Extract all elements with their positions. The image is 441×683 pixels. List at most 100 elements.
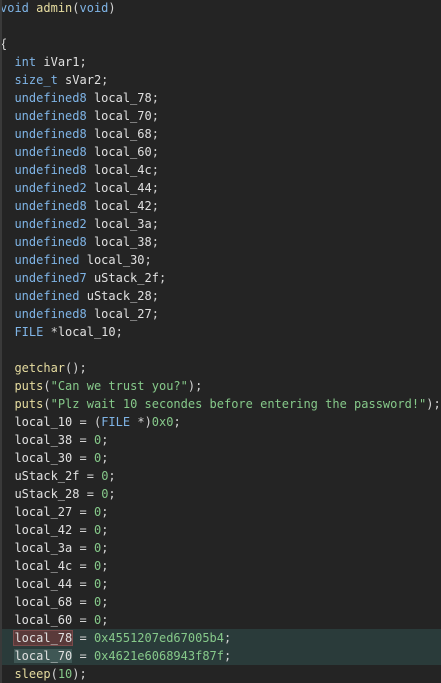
code-line[interactable]: local_44 = 0; — [0, 575, 441, 593]
code-token: undefined2 — [14, 181, 87, 195]
code-line[interactable]: local_27 = 0; — [0, 503, 441, 521]
code-line[interactable]: local_10 = (FILE *)0x0; — [0, 413, 441, 431]
code-token: local_30 — [14, 451, 73, 465]
code-token: getchar — [14, 361, 66, 375]
code-token: "Plz wait 10 secondes before entering th… — [50, 397, 427, 411]
code-line[interactable]: undefined local_30; — [0, 251, 441, 269]
code-token: ; — [101, 559, 109, 573]
code-line[interactable]: uStack_28 = 0; — [0, 485, 441, 503]
code-token: = — [79, 523, 87, 537]
code-line[interactable]: undefined2 local_44; — [0, 179, 441, 197]
code-token: local_60 — [14, 613, 73, 627]
code-line[interactable]: local_38 = 0; — [0, 431, 441, 449]
code-token: = — [79, 631, 87, 645]
code-token: local_44 — [93, 181, 152, 195]
code-token: FILE — [101, 415, 131, 429]
gutter-marker — [0, 359, 2, 377]
code-token: ; — [224, 631, 232, 645]
gutter-marker — [0, 647, 2, 665]
code-line[interactable]: puts("Can we trust you?"); — [0, 377, 441, 395]
code-line[interactable]: undefined8 local_38; — [0, 233, 441, 251]
code-token: ; — [151, 91, 159, 105]
gutter-marker — [0, 179, 2, 197]
code-line[interactable]: FILE *local_10; — [0, 323, 441, 341]
code-token: ) — [72, 667, 80, 681]
code-token: ( — [43, 397, 51, 411]
code-line[interactable]: undefined8 local_4c; — [0, 161, 441, 179]
code-line[interactable]: undefined8 local_70; — [0, 107, 441, 125]
code-line[interactable]: getchar(); — [0, 359, 441, 377]
code-token: ) — [108, 1, 116, 15]
code-token: iVar1 — [43, 55, 80, 69]
code-line[interactable]: size_t sVar2; — [0, 71, 441, 89]
code-token: = — [86, 469, 94, 483]
code-line[interactable]: undefined8 local_27; — [0, 305, 441, 323]
code-token: ; — [151, 217, 159, 231]
code-token: local_4c — [14, 559, 73, 573]
code-line[interactable]: undefined uStack_28; — [0, 287, 441, 305]
code-line[interactable]: local_68 = 0; — [0, 593, 441, 611]
gutter-marker — [0, 197, 2, 215]
gutter-marker — [0, 431, 2, 449]
code-editor[interactable]: void admin(void) { int iVar1; size_t sVar… — [0, 0, 441, 683]
code-token: undefined — [14, 253, 80, 267]
code-token: = — [79, 451, 87, 465]
code-line[interactable]: local_3a = 0; — [0, 539, 441, 557]
code-line[interactable]: undefined8 local_60; — [0, 143, 441, 161]
code-line[interactable]: undefined2 local_3a; — [0, 215, 441, 233]
code-line[interactable]: local_30 = 0; — [0, 449, 441, 467]
code-line[interactable] — [0, 17, 441, 35]
gutter-marker — [0, 539, 2, 557]
code-line[interactable]: local_60 = 0; — [0, 611, 441, 629]
code-token: local_42 — [93, 199, 152, 213]
code-line[interactable]: local_70 = 0x4621e6068943f87f; — [0, 647, 441, 665]
code-token: local_10 — [57, 325, 116, 339]
code-line[interactable]: puts("Plz wait 10 secondes before enteri… — [0, 395, 441, 413]
code-token: ; — [151, 307, 159, 321]
code-line[interactable]: undefined8 local_68; — [0, 125, 441, 143]
gutter-marker — [0, 0, 2, 17]
code-line[interactable]: int iVar1; — [0, 53, 441, 71]
gutter-marker — [0, 125, 2, 143]
code-token: local_3a — [93, 217, 152, 231]
code-line[interactable] — [0, 341, 441, 359]
code-line[interactable]: local_42 = 0; — [0, 521, 441, 539]
code-line[interactable]: { — [0, 35, 441, 53]
code-token: local_3a — [14, 541, 73, 555]
code-token: sleep — [14, 667, 51, 681]
code-line[interactable]: undefined7 uStack_2f; — [0, 269, 441, 287]
gutter-marker — [0, 467, 2, 485]
code-token: undefined7 — [14, 271, 87, 285]
code-line[interactable]: void admin(void) — [0, 0, 441, 17]
code-token: = — [79, 433, 87, 447]
code-line[interactable]: uStack_2f = 0; — [0, 467, 441, 485]
code-token: ; — [151, 145, 159, 159]
code-line[interactable]: local_4c = 0; — [0, 557, 441, 575]
code-line[interactable]: local_78 = 0x4551207ed67005b4; — [0, 629, 441, 647]
code-token: ; — [101, 577, 109, 591]
code-line[interactable]: undefined8 local_78; — [0, 89, 441, 107]
code-token: local_70 — [14, 649, 73, 663]
code-line[interactable]: sleep(10); — [0, 665, 441, 683]
code-token: void — [0, 1, 29, 15]
code-token: local_4c — [93, 163, 152, 177]
code-line[interactable]: undefined8 local_42; — [0, 197, 441, 215]
